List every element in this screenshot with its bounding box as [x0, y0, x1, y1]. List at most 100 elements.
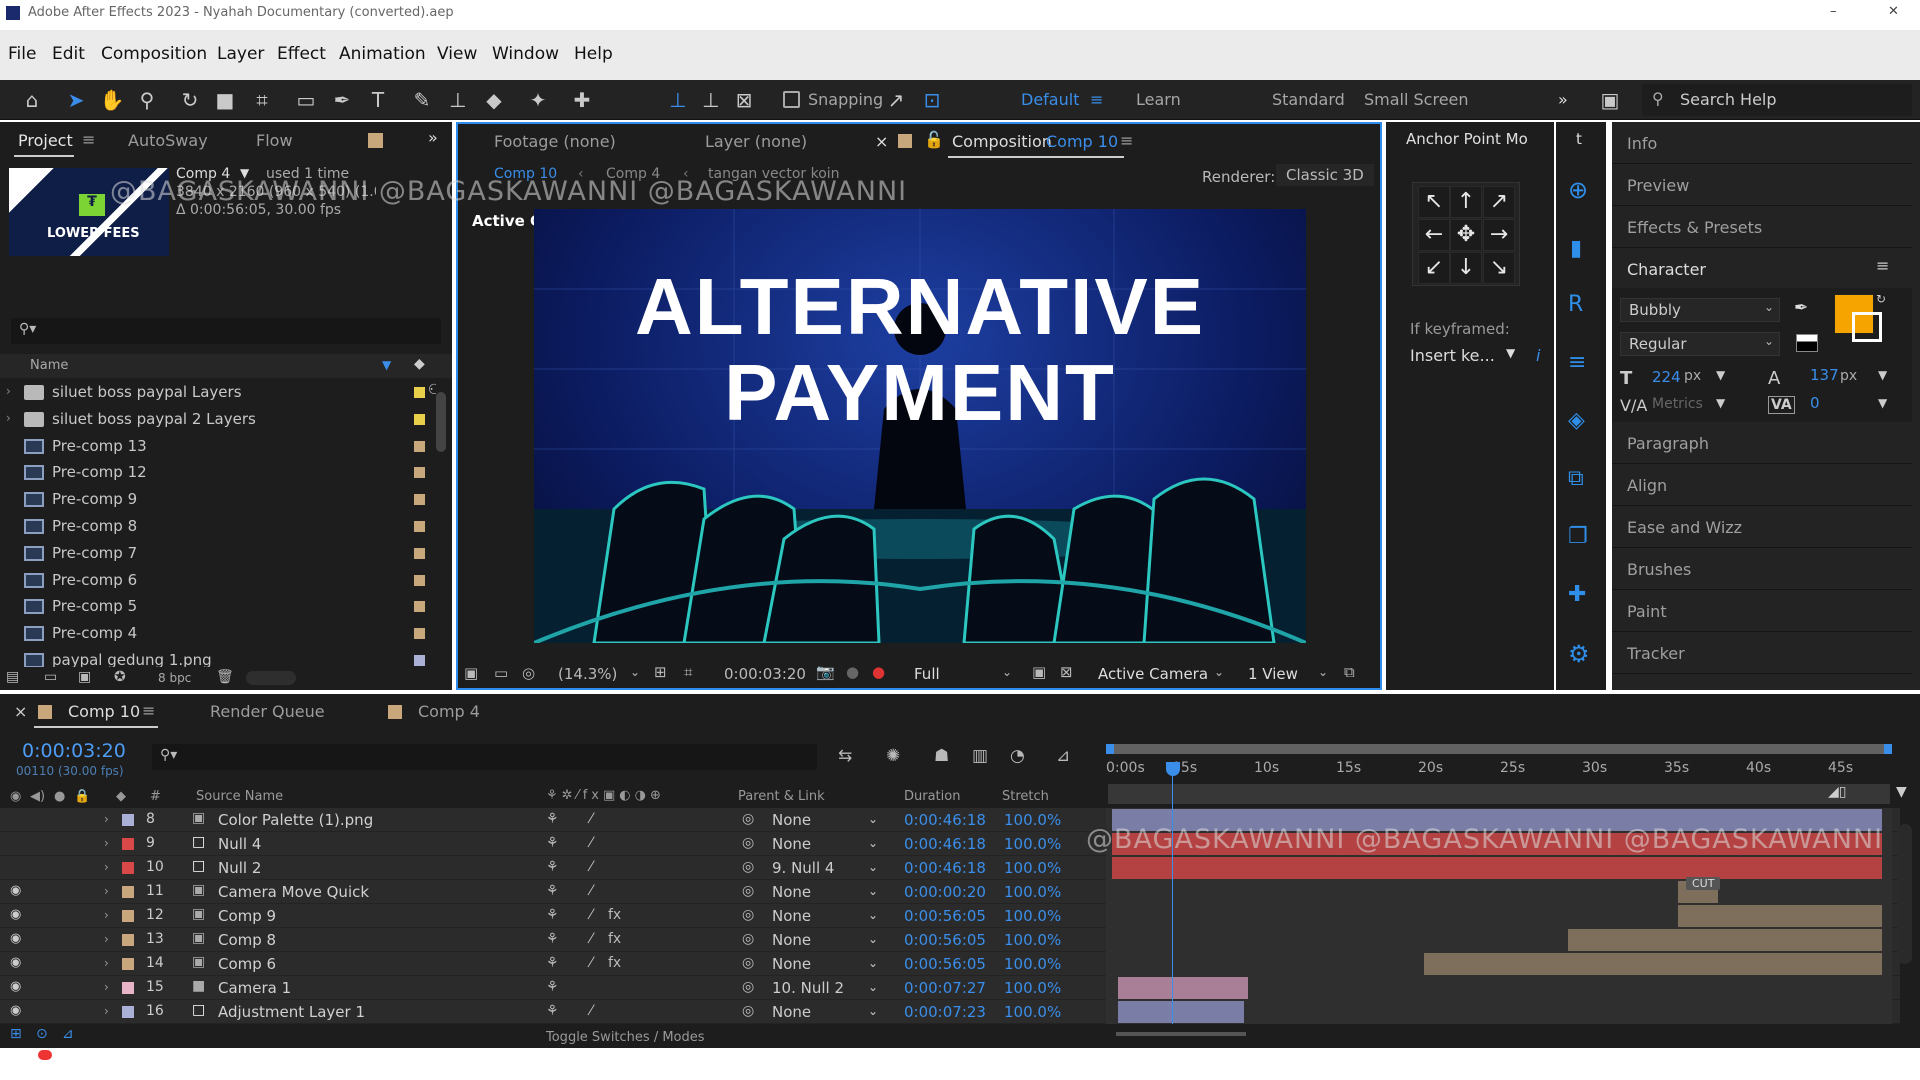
- workspace-menu-icon[interactable]: ≡: [1090, 90, 1103, 109]
- parent-select[interactable]: None: [772, 931, 811, 949]
- anchor-right-button[interactable]: →: [1483, 219, 1515, 251]
- parent-select[interactable]: None: [772, 835, 811, 853]
- close-comp-tab-icon[interactable]: ×: [875, 132, 888, 151]
- resolution-select[interactable]: Full: [914, 665, 940, 683]
- menu-animation[interactable]: Animation: [339, 44, 426, 64]
- twirl-icon[interactable]: ›: [104, 836, 109, 850]
- layer-stretch[interactable]: 100.0%: [1004, 859, 1061, 877]
- shy-switch-icon[interactable]: ⚘: [546, 907, 559, 923]
- brush-tool-icon[interactable]: ✎: [408, 86, 436, 114]
- pick-whip-icon[interactable]: ◎: [742, 931, 754, 947]
- cut-marker[interactable]: CUT: [1686, 877, 1721, 890]
- layer-source-name[interactable]: Adjustment Layer 1: [218, 1003, 365, 1021]
- project-zoom-slider[interactable]: [246, 671, 296, 685]
- insert-keyframe-select[interactable]: Insert ke...: [1410, 346, 1495, 365]
- layer-stretch[interactable]: 100.0%: [1004, 883, 1061, 901]
- layer-source-name[interactable]: Comp 6: [218, 955, 276, 973]
- timeline-panel-end-icon[interactable]: ▼: [1896, 784, 1907, 800]
- layer-duration-bar[interactable]: [1112, 857, 1882, 879]
- current-time[interactable]: 0:00:03:20: [724, 665, 806, 683]
- frame-blending-icon[interactable]: ▥: [972, 746, 988, 766]
- mask-visibility-icon[interactable]: ◎: [522, 664, 535, 682]
- roto-brush-icon[interactable]: ✦: [524, 86, 552, 114]
- pick-whip-icon[interactable]: ◎: [742, 883, 754, 899]
- project-item[interactable]: Pre-comp 8: [0, 514, 436, 540]
- anchor-panel-title[interactable]: Anchor Point Mo: [1406, 130, 1528, 148]
- menu-composition[interactable]: Composition: [101, 44, 207, 64]
- layer-label-swatch[interactable]: [122, 814, 134, 826]
- local-axis-icon[interactable]: ⊥: [664, 86, 692, 114]
- rotate-tool-icon[interactable]: ↻: [176, 86, 204, 114]
- duration-header[interactable]: Duration: [904, 789, 960, 804]
- layer-source-name[interactable]: Null 4: [218, 835, 261, 853]
- label-color-swatch[interactable]: [414, 574, 425, 586]
- layer-label-swatch[interactable]: [122, 910, 134, 922]
- layer-row[interactable]: ◉ › 13 ▣ Comp 8 ⚘ ⁄ fx ◎ None ⌄ 0:00:56:05 100.0%: [0, 928, 1900, 952]
- anchor-bottom-right-button[interactable]: ↘: [1483, 252, 1515, 284]
- tab-render-queue[interactable]: Render Queue: [210, 702, 325, 721]
- color-channel-icon[interactable]: ●: [872, 663, 885, 681]
- panel-preview[interactable]: Preview: [1612, 164, 1912, 206]
- visibility-eye-icon[interactable]: ◉: [10, 883, 21, 898]
- info-icon[interactable]: i: [1536, 346, 1540, 365]
- pick-whip-icon[interactable]: ◎: [742, 1003, 754, 1019]
- anchor-top-button[interactable]: ↑: [1450, 186, 1482, 218]
- panel-toggle-icon[interactable]: ▣: [1596, 86, 1624, 114]
- parent-chevron-icon[interactable]: ⌄: [868, 980, 878, 994]
- bpc-label[interactable]: 8 bpc: [158, 671, 191, 685]
- font-style-select[interactable]: Regular: [1620, 332, 1780, 356]
- tab-footage[interactable]: Footage (none): [494, 132, 616, 151]
- project-item[interactable]: Pre-comp 4: [0, 621, 436, 647]
- stretch-header[interactable]: Stretch: [1002, 789, 1049, 804]
- new-folder-icon[interactable]: ▭: [44, 669, 57, 685]
- layer-duration[interactable]: 0:00:56:05: [904, 955, 986, 973]
- twirl-icon[interactable]: ›: [104, 860, 109, 874]
- layer-source-name[interactable]: Camera 1: [218, 979, 291, 997]
- layer-duration-bar[interactable]: [1424, 953, 1882, 975]
- camera-tool-icon[interactable]: ■: [211, 86, 239, 114]
- anchor-left-button[interactable]: ←: [1418, 219, 1450, 251]
- view-layout-select[interactable]: 1 View: [1248, 665, 1298, 683]
- kerning-chevron-icon[interactable]: ▼: [1716, 396, 1725, 410]
- world-axis-icon[interactable]: ⊥: [697, 86, 725, 114]
- parent-select[interactable]: None: [772, 955, 811, 973]
- snap-icon[interactable]: ↗: [882, 86, 910, 114]
- tab-flow[interactable]: Flow: [256, 131, 293, 150]
- project-item[interactable]: Pre-comp 7: [0, 541, 436, 567]
- label-color-swatch[interactable]: [414, 413, 425, 425]
- puppet-tool-icon[interactable]: ✚: [568, 86, 596, 114]
- reset-exposure-icon[interactable]: ⧉: [1344, 663, 1355, 681]
- type-tool-icon[interactable]: T: [364, 86, 392, 114]
- snapshot-icon[interactable]: 📷: [816, 663, 835, 681]
- anchor-center-button[interactable]: ✥: [1450, 219, 1482, 251]
- twirl-icon[interactable]: ›: [104, 884, 109, 898]
- layer-label-swatch[interactable]: [122, 886, 134, 898]
- layer-row[interactable]: ◉ › 15 ■ Camera 1 ⚘ ◎ 10. Null 2 ⌄ 0:00:07:27 100.…: [0, 976, 1900, 1000]
- visibility-eye-icon[interactable]: ◉: [10, 931, 21, 946]
- column-name-header[interactable]: Name: [30, 358, 68, 373]
- parent-select[interactable]: None: [772, 811, 811, 829]
- layer-duration[interactable]: 0:00:46:18: [904, 811, 986, 829]
- camera-view-select[interactable]: Active Camera: [1098, 665, 1208, 683]
- eyedropper-icon[interactable]: ✒: [1794, 298, 1808, 318]
- twirl-icon[interactable]: ›: [6, 384, 11, 398]
- minimize-button[interactable]: –: [1830, 4, 1837, 19]
- quality-switch-icon[interactable]: ⁄: [590, 1003, 592, 1019]
- renderer-select[interactable]: Classic 3D: [1276, 164, 1374, 186]
- panel-info[interactable]: Info: [1612, 122, 1912, 164]
- motion-blur-icon[interactable]: ◔: [1010, 746, 1025, 766]
- parent-chevron-icon[interactable]: ⌄: [868, 812, 878, 826]
- resolution-chevron-icon[interactable]: ⌄: [1002, 665, 1012, 679]
- delete-icon[interactable]: 🗑: [216, 669, 234, 685]
- layer-duration-bar[interactable]: [1568, 929, 1882, 951]
- timeline-current-time[interactable]: 0:00:03:20: [22, 740, 126, 762]
- project-settings-icon[interactable]: ✪: [114, 669, 126, 685]
- visibility-eye-icon[interactable]: ◉: [10, 1003, 21, 1018]
- parent-select[interactable]: None: [772, 907, 811, 925]
- time-ruler[interactable]: 0:00s 05s 10s 15s 20s 25s 30s 35s 40s 45s ◢▯: [1106, 744, 1892, 808]
- default-colors-icon[interactable]: [1796, 334, 1818, 352]
- selection-tool-icon[interactable]: ➤: [62, 86, 90, 114]
- layer-duration[interactable]: 0:00:46:18: [904, 859, 986, 877]
- insert-keyframe-chevron-icon[interactable]: ▼: [1506, 346, 1515, 360]
- home-icon[interactable]: ⌂: [18, 86, 46, 114]
